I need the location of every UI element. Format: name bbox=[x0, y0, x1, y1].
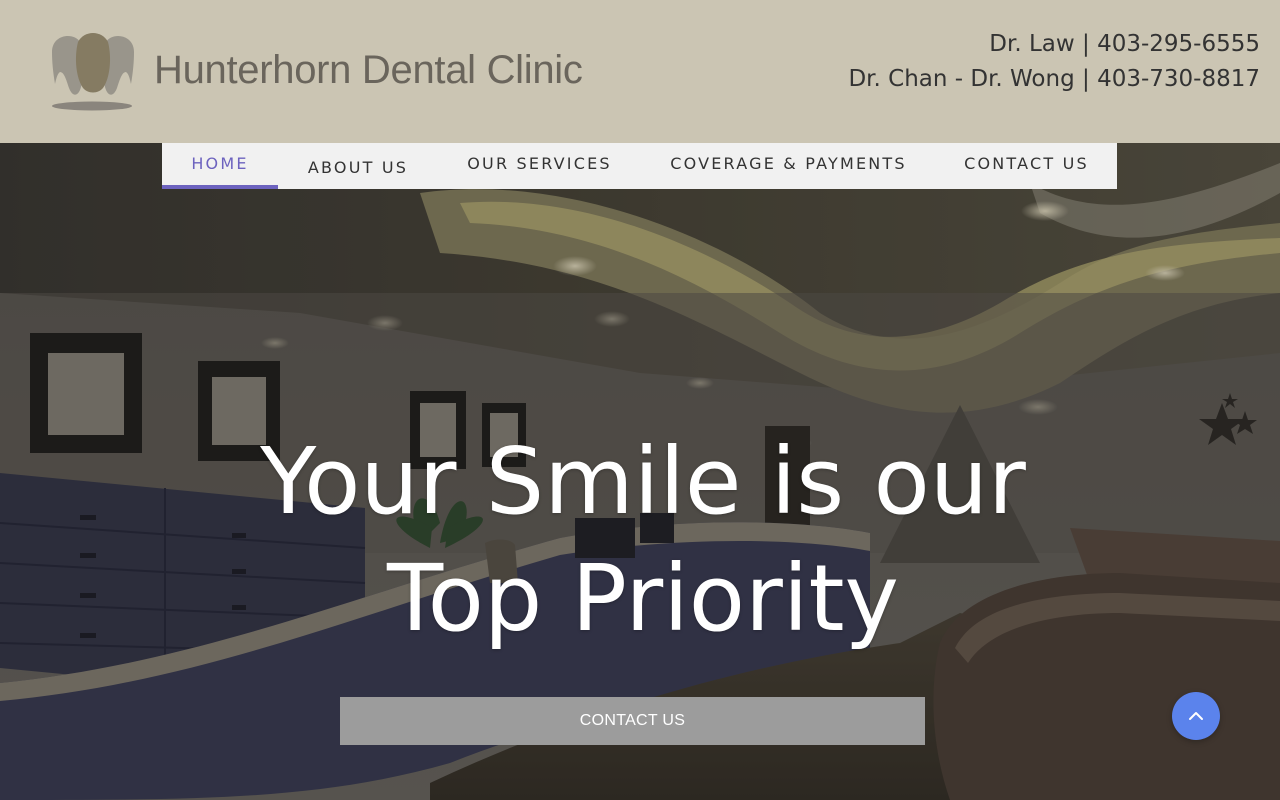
hero-title-line-2: Top Priority bbox=[387, 545, 899, 652]
separator-2: | bbox=[1074, 66, 1098, 92]
doctor-name-2: Dr. Chan - Dr. Wong bbox=[848, 66, 1075, 92]
phone-link-2[interactable]: 403-730-8817 bbox=[1097, 66, 1260, 92]
hero-title-line-1: Your Smile is our bbox=[260, 428, 1026, 535]
scroll-to-top-button[interactable] bbox=[1172, 692, 1220, 740]
phone-link-1[interactable]: 403-295-6555 bbox=[1097, 31, 1260, 57]
separator-1: | bbox=[1074, 31, 1098, 57]
main-nav: HOME ABOUT US OUR SERVICES COVERAGE & PA… bbox=[162, 143, 1117, 189]
phone-line-2: Dr. Chan - Dr. Wong | 403-730-8817 bbox=[848, 62, 1260, 97]
nav-item-contact-us[interactable]: CONTACT US bbox=[936, 143, 1117, 189]
site-name: Hunterhorn Dental Clinic bbox=[154, 47, 583, 92]
nav-item-our-services[interactable]: OUR SERVICES bbox=[438, 143, 641, 189]
hero-section: Your Smile is our Top Priority CONTACT U… bbox=[0, 143, 1280, 800]
nav-item-about-us[interactable]: ABOUT US bbox=[278, 143, 438, 189]
tooth-logo-icon bbox=[52, 33, 134, 111]
nav-item-home[interactable]: HOME bbox=[162, 143, 278, 189]
hero-title: Your Smile is our Top Priority bbox=[0, 423, 1280, 657]
chevron-up-icon bbox=[1189, 712, 1203, 720]
page: Hunterhorn Dental Clinic Dr. Law | 403-2… bbox=[0, 0, 1280, 800]
site-header: Hunterhorn Dental Clinic Dr. Law | 403-2… bbox=[0, 0, 1280, 143]
doctor-name-1: Dr. Law bbox=[989, 31, 1075, 57]
hero-contact-button[interactable]: CONTACT US bbox=[340, 697, 925, 745]
contact-phones: Dr. Law | 403-295-6555 Dr. Chan - Dr. Wo… bbox=[848, 27, 1260, 97]
nav-item-coverage-payments[interactable]: COVERAGE & PAYMENTS bbox=[641, 143, 936, 189]
phone-line-1: Dr. Law | 403-295-6555 bbox=[848, 27, 1260, 62]
site-logo[interactable]: Hunterhorn Dental Clinic bbox=[48, 30, 583, 114]
